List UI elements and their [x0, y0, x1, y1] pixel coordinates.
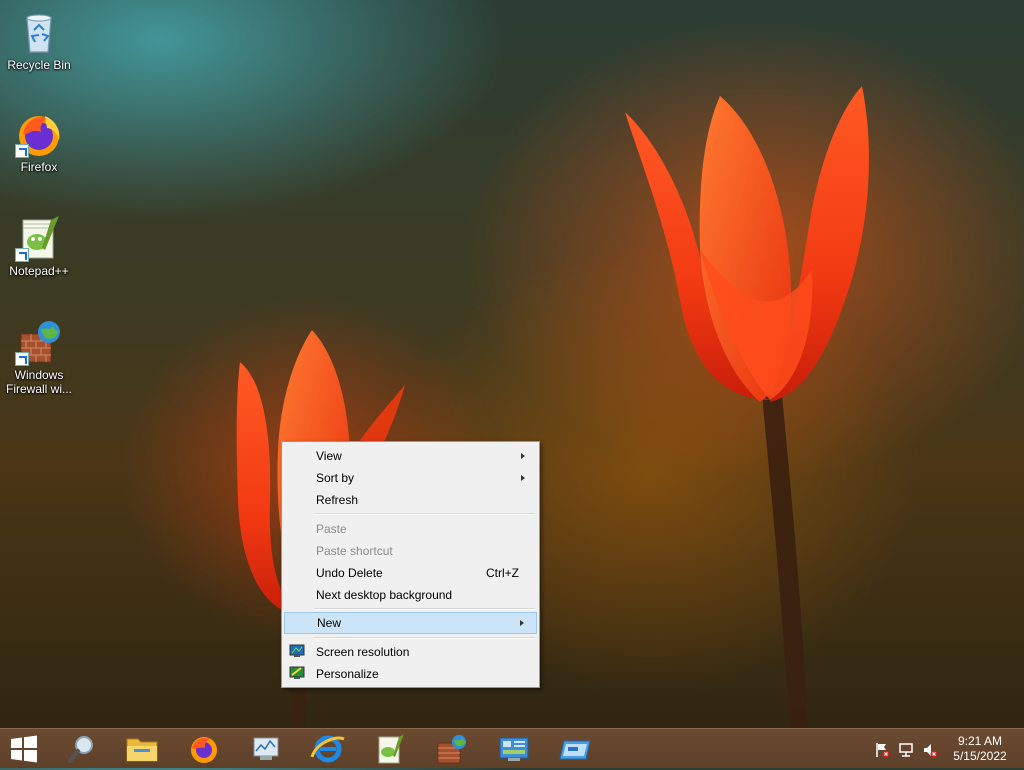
taskbar-notepadpp[interactable]	[368, 733, 412, 765]
taskbar-remote-desktop[interactable]	[554, 733, 598, 765]
desktop-icon-notepadpp[interactable]: Notepad++	[1, 214, 77, 278]
notepadpp-icon	[15, 214, 63, 262]
menu-item-label: Sort by	[316, 471, 355, 485]
performance-monitor-icon	[253, 737, 279, 760]
menu-item-paste[interactable]: Paste	[284, 518, 537, 540]
screen-resolution-icon	[289, 644, 305, 658]
menu-item-label: Next desktop background	[316, 588, 453, 602]
firewall-icon	[15, 318, 63, 366]
menu-item-refresh[interactable]: Refresh	[284, 489, 537, 511]
menu-item-personalize[interactable]: Personalize	[284, 663, 537, 685]
submenu-arrow-icon	[521, 453, 525, 459]
clock-date: 5/15/2022	[953, 749, 1007, 763]
menu-item-label: Personalize	[316, 667, 379, 681]
desktop-icon-windows-firewall[interactable]: Windows Firewall wi...	[1, 318, 77, 396]
taskbar: 9:21 AM 5/15/2022	[0, 728, 1024, 768]
menu-item-label: Paste	[316, 522, 347, 536]
start-icon	[11, 735, 37, 763]
desktop-icon-label-line1: Windows	[14, 368, 64, 382]
desktop-icon-label: Recycle Bin	[7, 58, 71, 72]
menu-item-sort-by[interactable]: Sort by	[284, 467, 537, 489]
recycle-bin-icon	[15, 8, 63, 56]
taskbar-control-panel[interactable]	[492, 733, 536, 765]
volume-muted-icon[interactable]	[922, 742, 938, 758]
menu-item-shortcut: Ctrl+Z	[486, 566, 519, 580]
menu-item-new[interactable]: New	[284, 612, 537, 634]
taskbar-search-button[interactable]	[58, 733, 102, 765]
desktop-icon-firefox[interactable]: Firefox	[1, 110, 77, 174]
menu-item-screen-resolution[interactable]: Screen resolution	[284, 641, 537, 663]
network-icon[interactable]	[898, 742, 914, 758]
menu-item-label: Paste shortcut	[316, 544, 393, 558]
control-panel-icon	[499, 737, 529, 761]
search-icon	[68, 736, 93, 763]
menu-item-paste-shortcut[interactable]: Paste shortcut	[284, 540, 537, 562]
menu-item-next-desktop-background[interactable]: Next desktop background	[284, 584, 537, 606]
menu-item-label: View	[316, 449, 342, 463]
submenu-arrow-icon	[520, 620, 524, 626]
action-center-flag-icon[interactable]	[874, 742, 890, 758]
submenu-arrow-icon	[521, 475, 525, 481]
shortcut-arrow-icon	[15, 352, 29, 366]
taskbar-windows-firewall[interactable]	[430, 733, 474, 765]
menu-item-undo-delete[interactable]: Undo Delete Ctrl+Z	[284, 562, 537, 584]
menu-item-label: New	[317, 616, 342, 630]
taskbar-internet-explorer[interactable]	[306, 733, 350, 765]
firefox-icon	[191, 737, 217, 763]
desktop-context-menu: View Sort by Refresh Paste Paste shortcu…	[281, 441, 540, 688]
firewall-icon	[437, 735, 466, 764]
menu-separator	[314, 608, 535, 610]
system-tray	[868, 729, 948, 769]
shortcut-arrow-icon	[15, 248, 29, 262]
taskbar-firefox[interactable]	[182, 733, 226, 765]
notepadpp-icon	[378, 734, 404, 764]
firefox-icon	[15, 110, 63, 158]
clock-time: 9:21 AM	[957, 734, 1003, 748]
menu-item-view[interactable]: View	[284, 445, 537, 467]
taskbar-file-explorer[interactable]	[120, 733, 164, 765]
personalize-icon	[289, 666, 305, 680]
taskbar-performance-monitor[interactable]	[244, 733, 288, 765]
internet-explorer-icon	[310, 735, 345, 763]
remote-desktop-icon	[559, 740, 591, 760]
menu-item-label: Refresh	[316, 493, 359, 507]
desktop-icon-label-line2: Firewall wi...	[5, 382, 72, 396]
file-explorer-icon	[126, 738, 158, 762]
start-button[interactable]	[2, 733, 46, 765]
menu-separator	[314, 513, 535, 515]
menu-separator	[314, 637, 535, 639]
shortcut-arrow-icon	[15, 144, 29, 158]
desktop-icon-label: Notepad++	[9, 264, 69, 278]
desktop-icon-label: Firefox	[20, 160, 58, 174]
menu-item-label: Undo Delete	[316, 566, 383, 580]
taskbar-clock[interactable]: 9:21 AM 5/15/2022	[950, 734, 1010, 764]
menu-item-label: Screen resolution	[316, 645, 410, 659]
desktop-icon-recycle-bin[interactable]: Recycle Bin	[1, 8, 77, 72]
